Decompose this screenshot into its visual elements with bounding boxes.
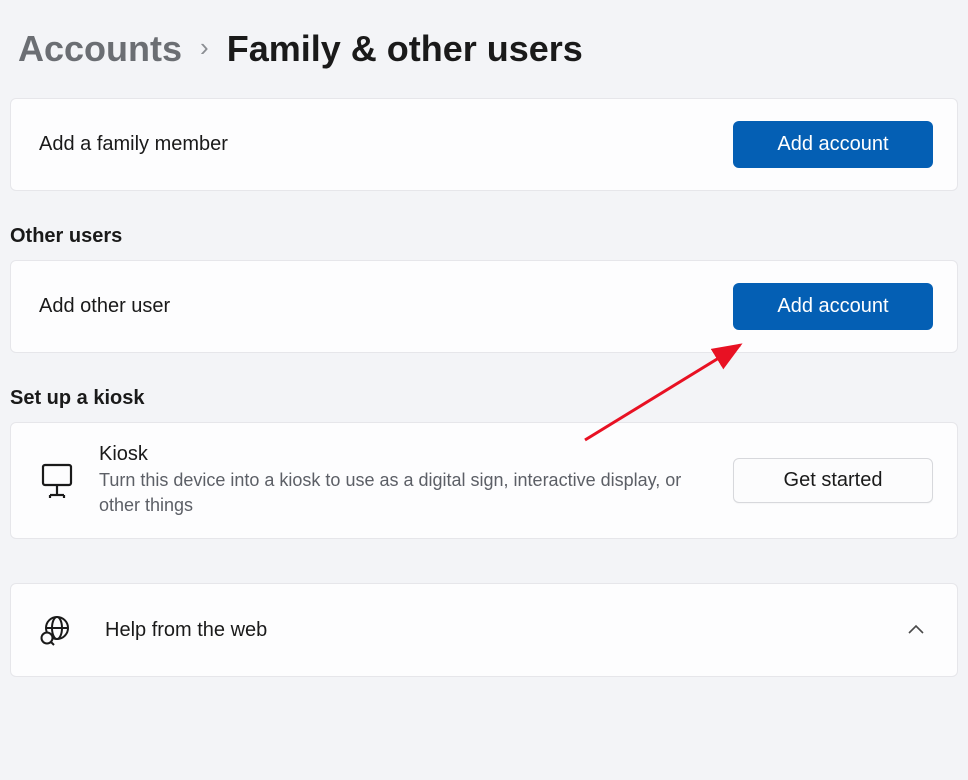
other-users-header: Other users	[0, 191, 968, 260]
kiosk-header: Set up a kiosk	[0, 353, 968, 422]
other-user-label: Add other user	[39, 295, 170, 318]
help-card[interactable]: Help from the web	[10, 583, 958, 677]
globe-search-icon	[39, 614, 71, 646]
add-family-account-button[interactable]: Add account	[733, 121, 933, 168]
chevron-right-icon: ›	[200, 32, 209, 63]
get-started-button[interactable]: Get started	[733, 458, 933, 503]
breadcrumb: Accounts › Family & other users	[0, 0, 968, 98]
kiosk-card: Kiosk Turn this device into a kiosk to u…	[10, 422, 958, 539]
add-other-account-button[interactable]: Add account	[733, 283, 933, 330]
kiosk-description: Turn this device into a kiosk to use as …	[99, 468, 709, 518]
family-member-label: Add a family member	[39, 133, 228, 156]
kiosk-icon	[39, 461, 75, 501]
breadcrumb-current: Family & other users	[227, 28, 583, 70]
help-label: Help from the web	[105, 619, 267, 642]
kiosk-title: Kiosk	[99, 443, 709, 466]
help-left: Help from the web	[39, 614, 267, 646]
breadcrumb-parent[interactable]: Accounts	[18, 28, 182, 70]
chevron-up-icon	[907, 620, 925, 641]
other-user-card: Add other user Add account	[10, 260, 958, 353]
family-member-card: Add a family member Add account	[10, 98, 958, 191]
kiosk-text: Kiosk Turn this device into a kiosk to u…	[99, 443, 709, 518]
